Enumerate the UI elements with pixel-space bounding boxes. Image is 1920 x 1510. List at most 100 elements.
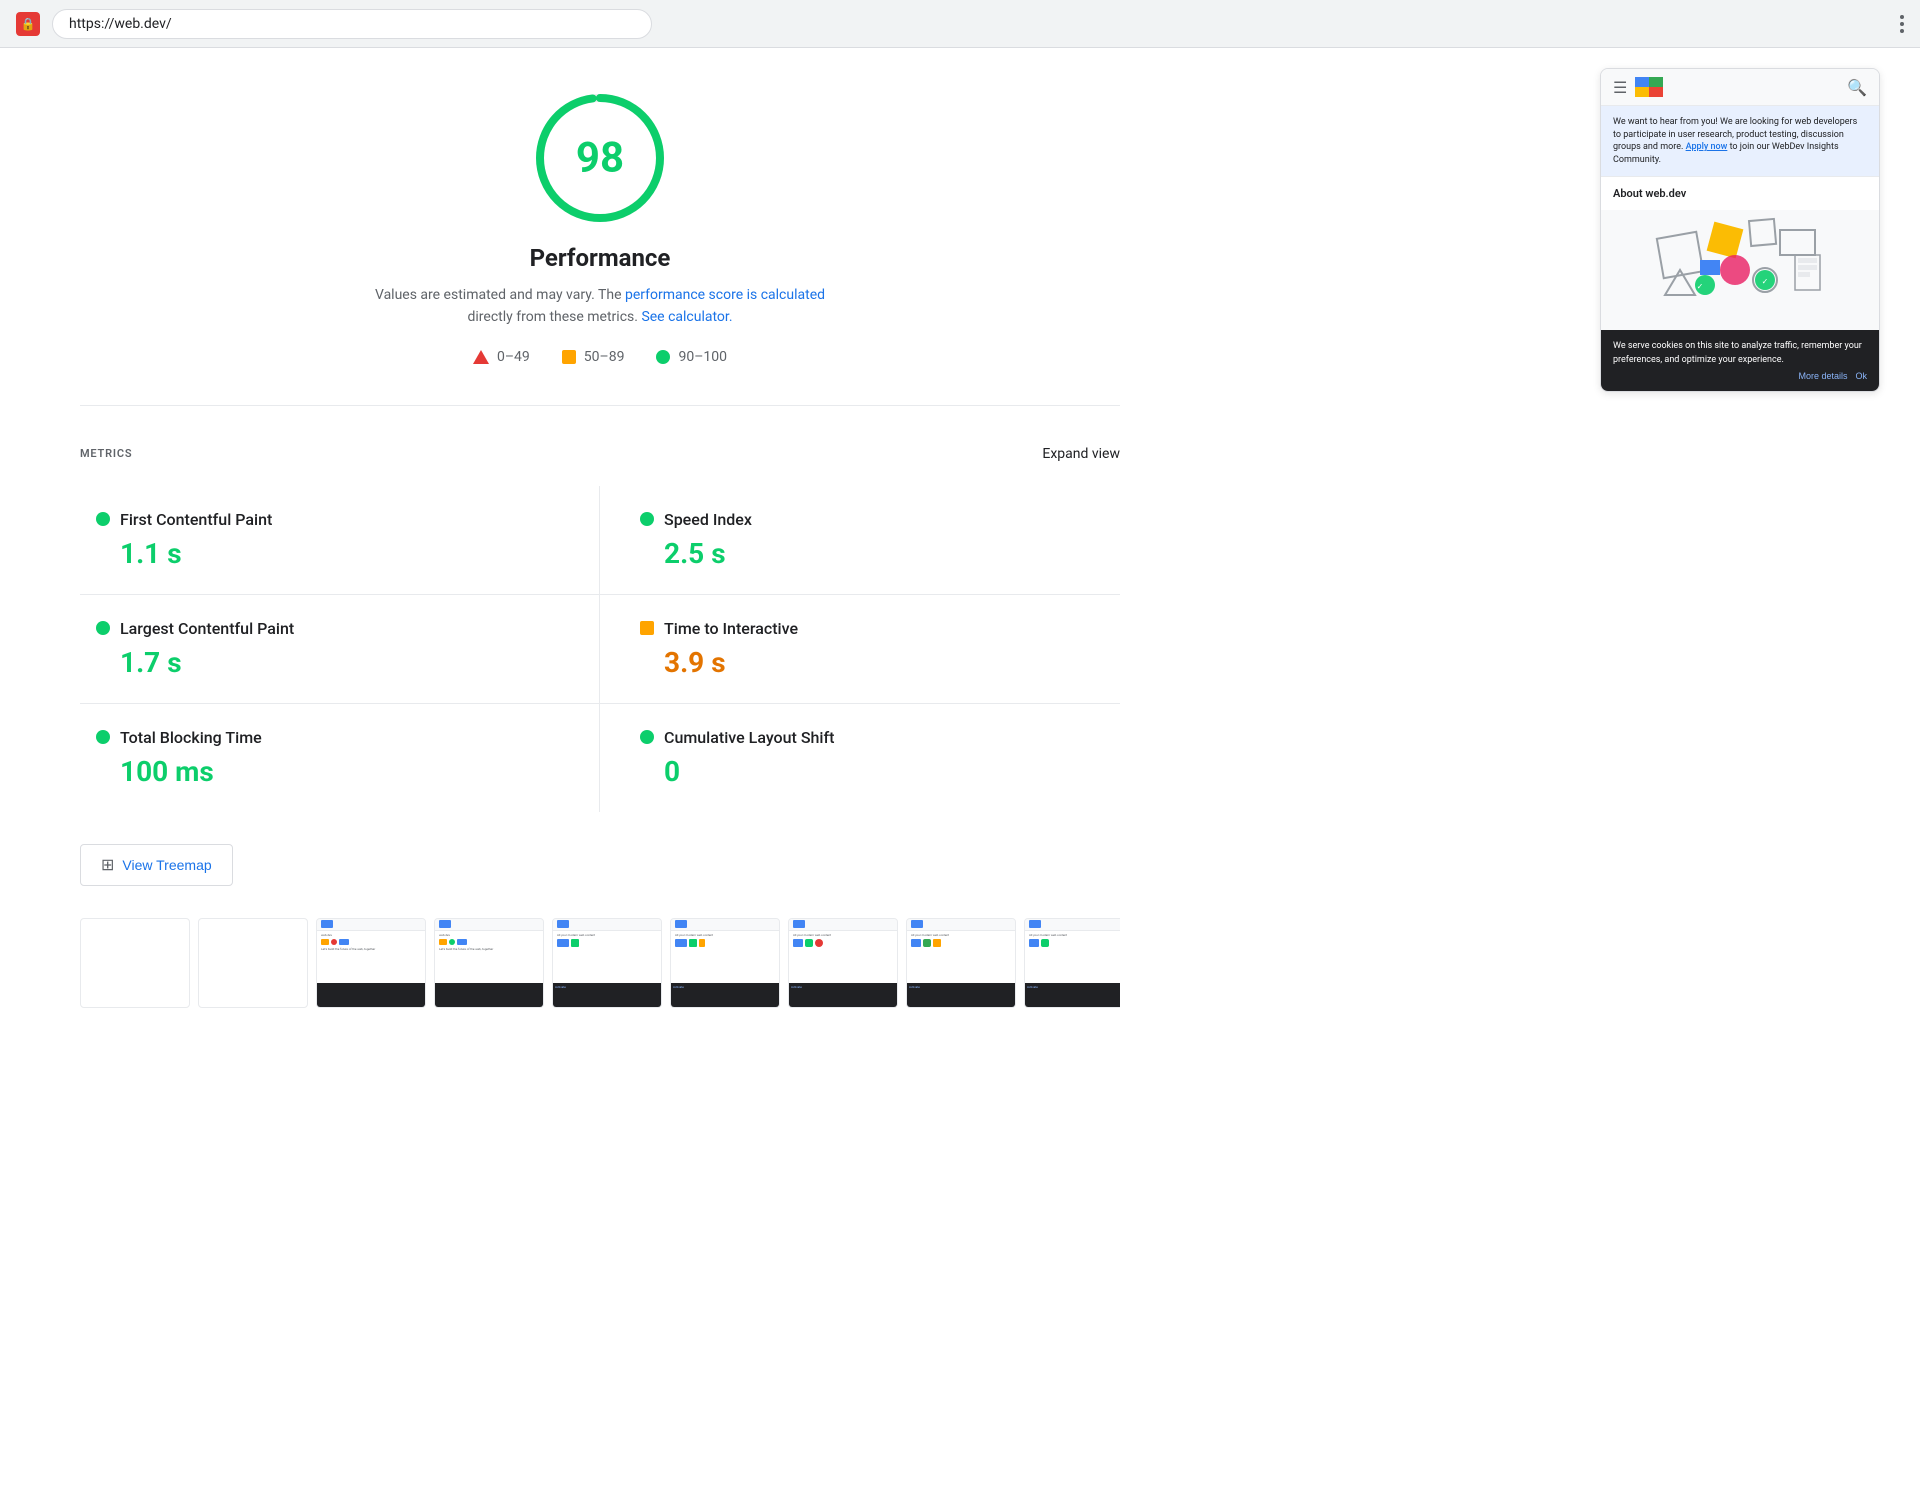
cookie-ok-button[interactable]: Ok [1855,371,1867,381]
metric-si-indicator [640,512,654,526]
metrics-label: METRICS [80,447,132,460]
screenshot-1 [198,918,308,1008]
metric-lcp-indicator [96,621,110,635]
expand-view-button[interactable]: Expand view [1042,446,1120,462]
browser-app-icon: 🔒 [16,12,40,36]
performance-score-link[interactable]: performance score is calculated [625,287,825,303]
metric-tti-value: 3.9 s [640,646,1104,679]
legend-fail-label: 0–49 [497,349,530,365]
screenshot-6: All your modern web content Activate [788,918,898,1008]
cookie-more-details-button[interactable]: More details [1798,371,1847,381]
screenshot-7: All your modern web content Activate [906,918,1016,1008]
treemap-label: View Treemap [122,857,211,873]
see-calculator-link[interactable]: See calculator. [641,309,732,325]
metric-tti-name: Time to Interactive [664,619,798,638]
metric-tbt-name: Total Blocking Time [120,728,262,747]
metrics-grid: First Contentful Paint 1.1 s Speed Index… [80,486,1120,812]
thumb-logo [321,920,333,928]
thumb-logo [911,920,923,928]
thumb-logo [1029,920,1041,928]
cookie-text: We serve cookies on this site to analyze… [1613,341,1862,365]
browser-menu-button[interactable] [1900,15,1904,33]
preview-logo [1635,77,1663,97]
metric-cls-name: Cumulative Layout Shift [664,728,834,747]
view-treemap-button[interactable]: ⊞ View Treemap [80,844,233,886]
metric-fcp: First Contentful Paint 1.1 s [80,486,600,595]
metric-cls-value: 0 [640,755,1104,788]
metric-si: Speed Index 2.5 s [600,486,1120,595]
metric-tbt-value: 100 ms [96,755,559,788]
legend-average-label: 50–89 [584,349,625,365]
score-legend: 0–49 50–89 90–100 [473,349,727,365]
score-number: 98 [576,134,624,183]
metric-tti-indicator [640,621,654,635]
treemap-section: ⊞ View Treemap [80,844,1120,886]
metrics-section: METRICS Expand view First Contentful Pai… [80,446,1120,812]
pass-icon [656,350,670,364]
score-description: Values are estimated and may vary. The p… [360,284,840,329]
metric-tbt-header: Total Blocking Time [96,728,559,747]
metric-cls-indicator [640,730,654,744]
screenshot-2: web.dev Let's build the future of the we… [316,918,426,1008]
metrics-header: METRICS Expand view [80,446,1120,462]
metric-fcp-value: 1.1 s [96,537,559,570]
metric-cls: Cumulative Layout Shift 0 [600,704,1120,812]
metric-fcp-header: First Contentful Paint [96,510,559,529]
legend-average: 50–89 [562,349,625,365]
svg-text:✓: ✓ [1762,277,1769,286]
main-wrapper: 98 Performance Values are estimated and … [0,48,1920,1048]
score-desc-text: Values are estimated and may vary. The [375,287,622,303]
thumb-content-6: All your modern web content [789,931,897,984]
score-title: Performance [530,244,671,272]
screenshot-8: All your modern web content Activate [1024,918,1120,1008]
metric-tti: Time to Interactive 3.9 s [600,595,1120,704]
thumb-content-5: All your modern web content [671,931,779,984]
preview-apply-link[interactable]: Apply now [1686,142,1728,152]
metric-tti-header: Time to Interactive [640,619,1104,638]
screenshot-4: All your modern web content Activate [552,918,662,1008]
preview-header: ☰ 🔍 [1601,69,1879,106]
site-preview: ☰ 🔍 We want to hear from you! We are loo… [1600,68,1880,392]
thumb-logo [439,920,451,928]
metric-si-header: Speed Index [640,510,1104,529]
metric-si-name: Speed Index [664,510,752,529]
hamburger-icon: ☰ [1613,78,1627,97]
thumb-content-3: web.dev Let's build the future of the we… [435,931,543,984]
screenshots-strip: web.dev Let's build the future of the we… [80,918,1120,1008]
legend-pass: 90–100 [656,349,727,365]
thumb-content-8: All your modern web content [1025,931,1120,984]
screenshot-3: web.dev Let's build the future of the we… [434,918,544,1008]
content-area: 98 Performance Values are estimated and … [0,48,1200,1048]
treemap-icon: ⊞ [101,855,114,875]
metric-tbt: Total Blocking Time 100 ms [80,704,600,812]
thumb-content-7: All your modern web content [907,931,1015,984]
thumb-logo [557,920,569,928]
preview-banner: We want to hear from you! We are looking… [1601,106,1879,177]
metric-lcp-name: Largest Contentful Paint [120,619,294,638]
metric-fcp-name: First Contentful Paint [120,510,272,529]
thumb-content-2: web.dev Let's build the future of the we… [317,931,425,984]
preview-about-label: About web.dev [1601,177,1879,210]
score-section: 98 Performance Values are estimated and … [80,88,1120,406]
fail-icon [473,350,489,364]
browser-chrome: 🔒 https://web.dev/ [0,0,1920,48]
cookie-actions: More details Ok [1613,371,1867,381]
url-bar[interactable]: https://web.dev/ [52,9,652,39]
metric-lcp-value: 1.7 s [96,646,559,679]
metric-lcp-header: Largest Contentful Paint [96,619,559,638]
performance-score-circle: 98 [530,88,670,228]
preview-cookie-banner: We serve cookies on this site to analyze… [1601,330,1879,391]
average-icon [562,350,576,364]
screenshot-5: All your modern web content Activate [670,918,780,1008]
preview-illustration: ✓ ✓ [1601,210,1879,330]
screenshot-0 [80,918,190,1008]
thumb-content-4: All your modern web content [553,931,661,984]
metric-fcp-indicator [96,512,110,526]
metric-si-value: 2.5 s [640,537,1104,570]
score-desc-middle: directly from these metrics. [467,309,637,325]
metric-tbt-indicator [96,730,110,744]
thumb-logo [793,920,805,928]
preview-search-icon: 🔍 [1847,78,1867,97]
metric-lcp: Largest Contentful Paint 1.7 s [80,595,600,704]
svg-text:✓: ✓ [1697,282,1704,291]
